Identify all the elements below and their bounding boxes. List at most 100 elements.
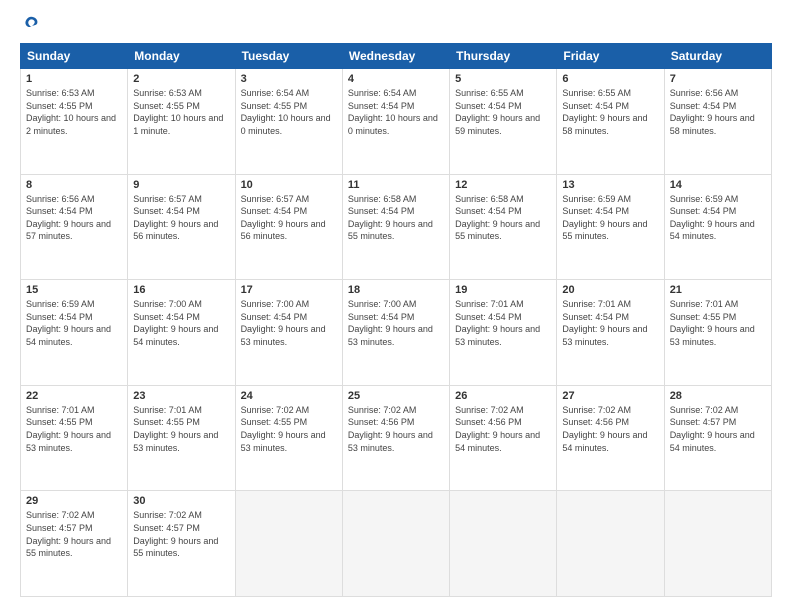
weekday-header-saturday: Saturday (664, 44, 771, 69)
day-number: 3 (241, 73, 337, 85)
calendar-cell: 25 Sunrise: 7:02 AMSunset: 4:56 PMDayligh… (342, 385, 449, 491)
logo-bird-icon (22, 15, 40, 33)
calendar-cell: 1 Sunrise: 6:53 AMSunset: 4:55 PMDaylight… (21, 69, 128, 175)
day-number: 7 (670, 73, 766, 85)
day-number: 1 (26, 73, 122, 85)
header (20, 15, 772, 33)
calendar-cell: 10Sunrise: 6:57 AMSunset: 4:54 PMDayligh… (235, 174, 342, 280)
calendar-table: SundayMondayTuesdayWednesdayThursdayFrid… (20, 43, 772, 597)
calendar-cell: 23Sunrise: 7:01 AMSunset: 4:55 PMDayligh… (128, 385, 235, 491)
calendar-cell: 21 Sunrise: 7:01 AMSunset: 4:55 PMDayligh… (664, 280, 771, 386)
weekday-header-wednesday: Wednesday (342, 44, 449, 69)
calendar-cell: 15 Sunrise: 6:59 AMSunset: 4:54 PMDayligh… (21, 280, 128, 386)
calendar-cell: 9 Sunrise: 6:57 AMSunset: 4:54 PMDaylight… (128, 174, 235, 280)
day-number: 14 (670, 179, 766, 191)
day-number: 10 (241, 179, 337, 191)
weekday-header-monday: Monday (128, 44, 235, 69)
day-number: 27 (562, 390, 658, 402)
day-info: Sunrise: 6:57 AMSunset: 4:54 PMDaylight:… (133, 193, 229, 243)
calendar-cell: 3 Sunrise: 6:54 AMSunset: 4:55 PMDaylight… (235, 69, 342, 175)
day-info: Sunrise: 7:00 AMSunset: 4:54 PMDaylight:… (133, 298, 229, 348)
day-number: 22 (26, 390, 122, 402)
calendar-cell: 2Sunrise: 6:53 AMSunset: 4:55 PMDaylight… (128, 69, 235, 175)
day-number: 12 (455, 179, 551, 191)
day-info: Sunrise: 7:01 AMSunset: 4:55 PMDaylight:… (133, 404, 229, 454)
day-number: 25 (348, 390, 444, 402)
day-info: Sunrise: 6:56 AMSunset: 4:54 PMDaylight:… (670, 87, 766, 137)
day-info: Sunrise: 7:00 AMSunset: 4:54 PMDaylight:… (241, 298, 337, 348)
day-number: 5 (455, 73, 551, 85)
day-info: Sunrise: 6:53 AMSunset: 4:55 PMDaylight:… (133, 87, 229, 137)
calendar-cell: 28 Sunrise: 7:02 AMSunset: 4:57 PMDayligh… (664, 385, 771, 491)
day-number: 29 (26, 495, 122, 507)
calendar-cell: 13 Sunrise: 6:59 AMSunset: 4:54 PMDayligh… (557, 174, 664, 280)
calendar-cell: 8 Sunrise: 6:56 AMSunset: 4:54 PMDaylight… (21, 174, 128, 280)
calendar-cell: 5 Sunrise: 6:55 AMSunset: 4:54 PMDaylight… (450, 69, 557, 175)
day-info: Sunrise: 7:02 AMSunset: 4:55 PMDaylight:… (241, 404, 337, 454)
day-info: Sunrise: 7:02 AMSunset: 4:57 PMDaylight:… (133, 509, 229, 559)
day-info: Sunrise: 6:53 AMSunset: 4:55 PMDaylight:… (26, 87, 122, 137)
day-info: Sunrise: 6:58 AMSunset: 4:54 PMDaylight:… (455, 193, 551, 243)
day-info: Sunrise: 6:55 AMSunset: 4:54 PMDaylight:… (455, 87, 551, 137)
weekday-header-friday: Friday (557, 44, 664, 69)
weekday-header-tuesday: Tuesday (235, 44, 342, 69)
day-number: 19 (455, 284, 551, 296)
calendar-cell: 30 Sunrise: 7:02 AMSunset: 4:57 PMDayligh… (128, 491, 235, 597)
day-number: 30 (133, 495, 229, 507)
day-number: 24 (241, 390, 337, 402)
calendar-cell: 19 Sunrise: 7:01 AMSunset: 4:54 PMDayligh… (450, 280, 557, 386)
day-number: 13 (562, 179, 658, 191)
day-info: Sunrise: 7:02 AMSunset: 4:56 PMDaylight:… (455, 404, 551, 454)
calendar-cell: 12 Sunrise: 6:58 AMSunset: 4:54 PMDayligh… (450, 174, 557, 280)
calendar-cell: 11Sunrise: 6:58 AMSunset: 4:54 PMDayligh… (342, 174, 449, 280)
day-info: Sunrise: 7:01 AMSunset: 4:54 PMDaylight:… (562, 298, 658, 348)
calendar-cell (557, 491, 664, 597)
day-info: Sunrise: 7:01 AMSunset: 4:55 PMDaylight:… (26, 404, 122, 454)
day-info: Sunrise: 6:54 AMSunset: 4:55 PMDaylight:… (241, 87, 337, 137)
day-info: Sunrise: 6:55 AMSunset: 4:54 PMDaylight:… (562, 87, 658, 137)
calendar-cell: 7 Sunrise: 6:56 AMSunset: 4:54 PMDaylight… (664, 69, 771, 175)
calendar-cell (450, 491, 557, 597)
day-number: 6 (562, 73, 658, 85)
day-info: Sunrise: 7:01 AMSunset: 4:55 PMDaylight:… (670, 298, 766, 348)
day-number: 21 (670, 284, 766, 296)
calendar-cell: 18Sunrise: 7:00 AMSunset: 4:54 PMDayligh… (342, 280, 449, 386)
day-number: 28 (670, 390, 766, 402)
day-number: 15 (26, 284, 122, 296)
weekday-header-sunday: Sunday (21, 44, 128, 69)
day-info: Sunrise: 6:59 AMSunset: 4:54 PMDaylight:… (670, 193, 766, 243)
calendar-week-row: 15 Sunrise: 6:59 AMSunset: 4:54 PMDayligh… (21, 280, 772, 386)
day-info: Sunrise: 7:02 AMSunset: 4:56 PMDaylight:… (562, 404, 658, 454)
day-number: 9 (133, 179, 229, 191)
calendar-cell (235, 491, 342, 597)
day-number: 4 (348, 73, 444, 85)
logo (20, 15, 40, 33)
calendar-cell: 27 Sunrise: 7:02 AMSunset: 4:56 PMDayligh… (557, 385, 664, 491)
day-number: 26 (455, 390, 551, 402)
day-info: Sunrise: 6:59 AMSunset: 4:54 PMDaylight:… (562, 193, 658, 243)
day-info: Sunrise: 6:58 AMSunset: 4:54 PMDaylight:… (348, 193, 444, 243)
calendar-week-row: 8 Sunrise: 6:56 AMSunset: 4:54 PMDaylight… (21, 174, 772, 280)
calendar-cell: 20Sunrise: 7:01 AMSunset: 4:54 PMDayligh… (557, 280, 664, 386)
day-number: 8 (26, 179, 122, 191)
calendar-cell: 4Sunrise: 6:54 AMSunset: 4:54 PMDaylight… (342, 69, 449, 175)
calendar-week-row: 29 Sunrise: 7:02 AMSunset: 4:57 PMDayligh… (21, 491, 772, 597)
day-info: Sunrise: 7:00 AMSunset: 4:54 PMDaylight:… (348, 298, 444, 348)
calendar-cell: 22 Sunrise: 7:01 AMSunset: 4:55 PMDayligh… (21, 385, 128, 491)
calendar-cell: 17Sunrise: 7:00 AMSunset: 4:54 PMDayligh… (235, 280, 342, 386)
day-info: Sunrise: 7:02 AMSunset: 4:56 PMDaylight:… (348, 404, 444, 454)
weekday-header-thursday: Thursday (450, 44, 557, 69)
calendar-cell: 26 Sunrise: 7:02 AMSunset: 4:56 PMDayligh… (450, 385, 557, 491)
day-number: 16 (133, 284, 229, 296)
calendar-cell: 29Sunrise: 7:02 AMSunset: 4:57 PMDayligh… (21, 491, 128, 597)
calendar-cell: 24 Sunrise: 7:02 AMSunset: 4:55 PMDayligh… (235, 385, 342, 491)
day-info: Sunrise: 7:02 AMSunset: 4:57 PMDaylight:… (670, 404, 766, 454)
day-info: Sunrise: 7:01 AMSunset: 4:54 PMDaylight:… (455, 298, 551, 348)
day-info: Sunrise: 6:56 AMSunset: 4:54 PMDaylight:… (26, 193, 122, 243)
day-info: Sunrise: 6:59 AMSunset: 4:54 PMDaylight:… (26, 298, 122, 348)
calendar-cell (342, 491, 449, 597)
weekday-header-row: SundayMondayTuesdayWednesdayThursdayFrid… (21, 44, 772, 69)
calendar-week-row: 22 Sunrise: 7:01 AMSunset: 4:55 PMDayligh… (21, 385, 772, 491)
calendar-cell (664, 491, 771, 597)
calendar-week-row: 1 Sunrise: 6:53 AMSunset: 4:55 PMDaylight… (21, 69, 772, 175)
